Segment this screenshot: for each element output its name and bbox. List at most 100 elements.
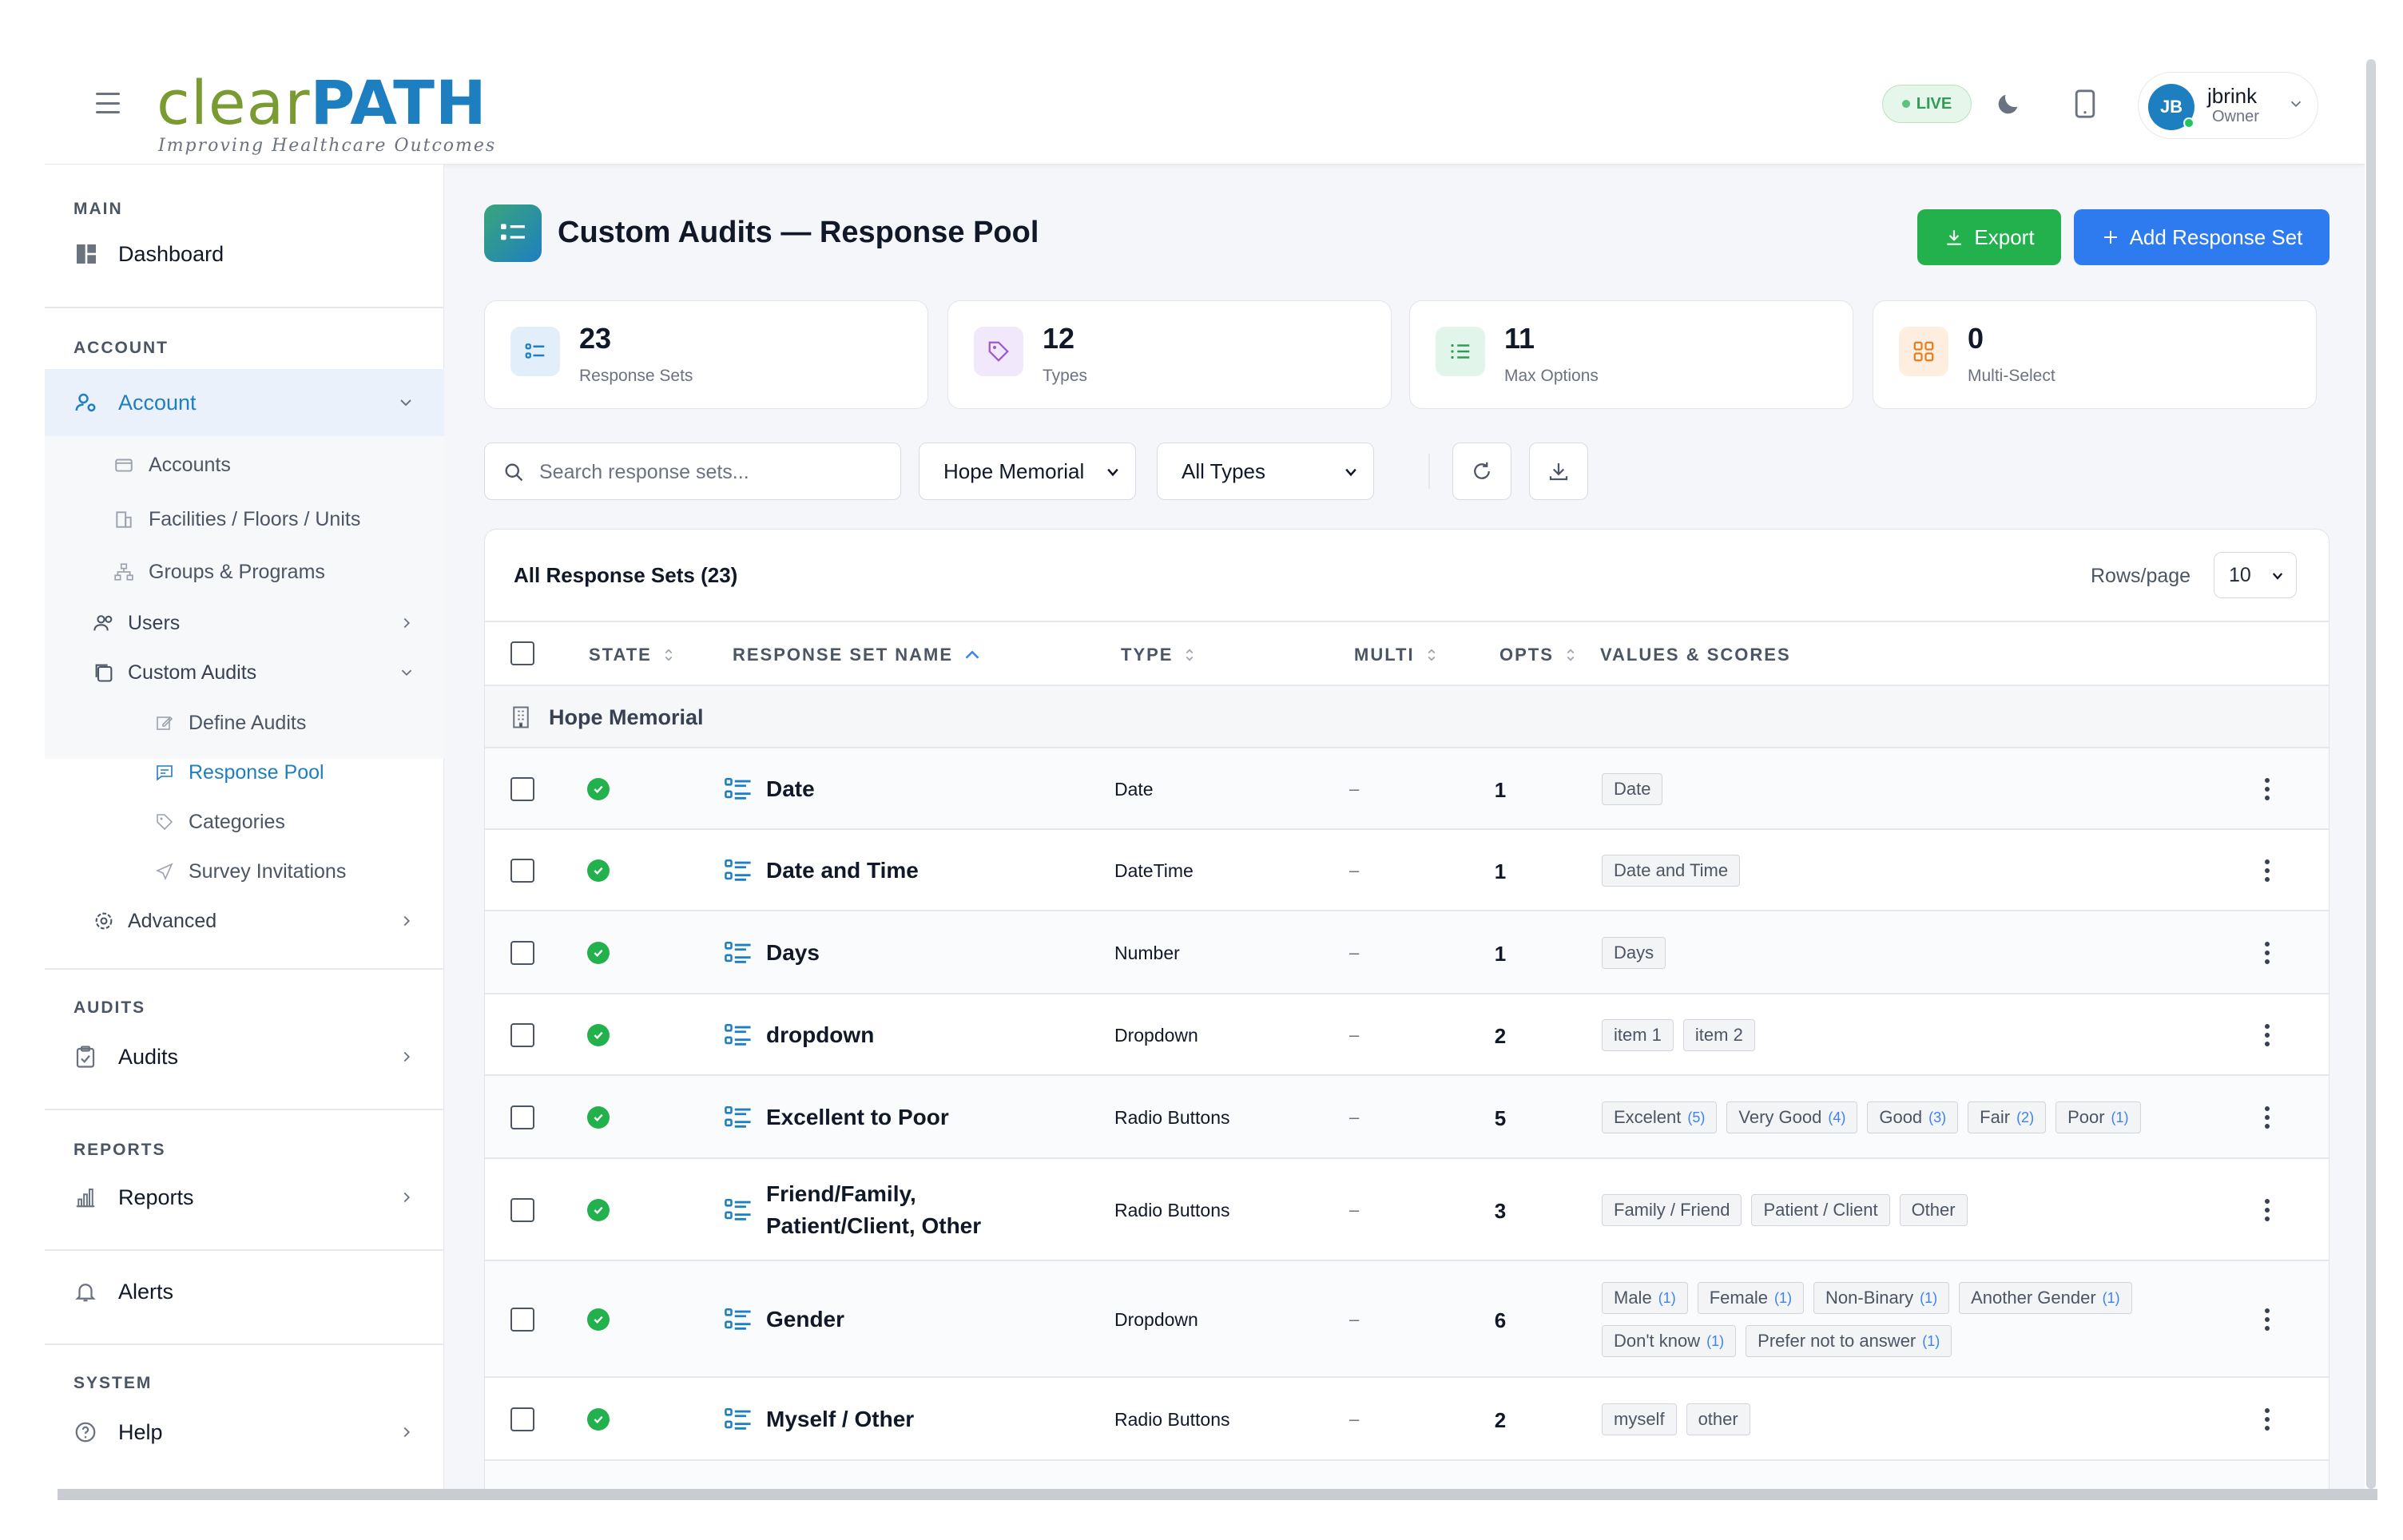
sidebar-item-alerts[interactable]: Alerts — [45, 1265, 444, 1318]
values-scores: Date — [1602, 773, 2225, 805]
sidebar-item-dashboard[interactable]: Dashboard — [45, 230, 444, 278]
more-options-icon[interactable] — [2263, 778, 2271, 800]
user-menu[interactable]: JB jbrink Owner — [2138, 72, 2318, 139]
sidebar-item-users[interactable]: Users — [45, 597, 444, 649]
chip-label: Days — [1614, 943, 1654, 963]
refresh-button[interactable] — [1452, 443, 1511, 500]
stat-card-max-options: 11 Max Options — [1409, 300, 1853, 409]
table-row[interactable]: Myself / Other Radio Buttons – 2 myself other — [485, 1378, 2329, 1461]
row-checkbox[interactable] — [510, 859, 534, 883]
sidebar-item-define-audits[interactable]: Define Audits — [45, 698, 444, 748]
response-set-name[interactable]: dropdown — [766, 1019, 874, 1051]
more-options-icon[interactable] — [2263, 942, 2271, 964]
stat-label: Types — [1043, 367, 1088, 385]
table-row[interactable]: dropdown Dropdown – 2 item 1 item 2 — [485, 994, 2329, 1076]
rows-per-page-label: Rows/page — [2091, 565, 2191, 587]
value-chip: item 1 — [1602, 1019, 1674, 1051]
table-header: STATE RESPONSE SET NAME TYPE MULTI OPTS … — [485, 621, 2329, 686]
moon-icon[interactable] — [1989, 85, 2028, 123]
export-button[interactable]: Export — [1917, 209, 2061, 265]
chip-score: (5) — [1687, 1109, 1706, 1125]
column-response-set-name[interactable]: RESPONSE SET NAME — [733, 645, 980, 665]
sidebar-item-reports[interactable]: Reports — [45, 1171, 444, 1224]
sidebar-item-advanced[interactable]: Advanced — [45, 896, 444, 946]
chip-score: (1) — [1774, 1289, 1793, 1306]
sidebar-item-label: Groups & Programs — [149, 560, 325, 583]
send-icon — [155, 862, 174, 881]
more-options-icon[interactable] — [2263, 859, 2271, 882]
more-options-icon[interactable] — [2263, 1408, 2271, 1431]
values-scores: Male (1) Female (1) Non-Binary (1) Another Gen… — [1602, 1282, 2225, 1357]
value-chip: Excelent (5) — [1602, 1101, 1718, 1133]
table-row[interactable]: Friend/Family, Patient/Client, Other Radio… — [485, 1159, 2329, 1261]
row-checkbox[interactable] — [510, 1105, 534, 1129]
chevron-right-icon — [403, 915, 411, 927]
row-checkbox[interactable] — [510, 777, 534, 801]
response-set-name[interactable]: Days — [766, 937, 820, 969]
table-row[interactable]: Date Date – 1 Date — [485, 748, 2329, 830]
response-set-name[interactable]: Friend/Family, Patient/Client, Other — [766, 1178, 981, 1242]
copy-icon — [93, 661, 115, 684]
column-label: MULTI — [1354, 645, 1415, 665]
response-set-opts: 1 — [1494, 942, 1507, 966]
response-set-name[interactable]: Myself / Other — [766, 1403, 914, 1435]
sidebar-item-label: Users — [128, 611, 181, 634]
row-checkbox[interactable] — [510, 1308, 534, 1332]
response-set-name[interactable]: Gender — [766, 1304, 844, 1336]
user-settings-icon — [73, 391, 97, 415]
sidebar-item-help[interactable]: Help — [45, 1406, 444, 1459]
stat-value: 11 — [1504, 322, 1535, 355]
response-set-name[interactable]: Date and Time — [766, 855, 919, 887]
sidebar-item-custom-audits[interactable]: Custom Audits — [45, 647, 444, 698]
response-set-name[interactable]: Excellent to Poor — [766, 1101, 949, 1133]
column-type[interactable]: TYPE — [1121, 645, 1195, 665]
sidebar-item-survey-invitations[interactable]: Survey Invitations — [45, 847, 444, 896]
sidebar-item-categories[interactable]: Categories — [45, 797, 444, 847]
chip-label: Date and Time — [1614, 860, 1729, 880]
check-circle-icon — [587, 778, 610, 800]
column-state[interactable]: STATE — [589, 645, 674, 665]
more-options-icon[interactable] — [2263, 1024, 2271, 1046]
sidebar-item-account[interactable]: Account — [45, 369, 444, 436]
search-input[interactable] — [539, 456, 883, 488]
sidebar-item-facilities[interactable]: Facilities / Floors / Units — [45, 494, 444, 545]
more-options-icon[interactable] — [2263, 1308, 2271, 1331]
chip-label: item 1 — [1614, 1025, 1662, 1045]
row-checkbox[interactable] — [510, 1023, 534, 1047]
menu-icon[interactable] — [96, 93, 120, 113]
table-row[interactable]: Days Number – 1 Days — [485, 911, 2329, 994]
table-row[interactable]: Gender Dropdown –6 Male (1) Female (1) Non-Bina… — [485, 1261, 2329, 1378]
sidebar-item-groups[interactable]: Groups & Programs — [45, 546, 444, 597]
rows-per-page-select[interactable]: 10 — [2214, 552, 2297, 598]
table-row[interactable]: Date and Time DateTime – 1 Date and Time — [485, 830, 2329, 911]
column-opts[interactable]: OPTS — [1499, 645, 1576, 665]
vertical-scrollbar[interactable] — [2365, 54, 2377, 1500]
clearpath-logo[interactable]: clearPATH Improving Healthcare Outcomes — [157, 69, 495, 157]
table-row[interactable]: Excellent to Poor Radio Buttons – 5 Excelent… — [485, 1076, 2329, 1159]
row-checkbox[interactable] — [510, 1198, 534, 1222]
chevron-down-icon — [2272, 573, 2283, 580]
row-checkbox[interactable] — [510, 1407, 534, 1431]
mobile-icon[interactable] — [2066, 85, 2104, 123]
select-all-checkbox[interactable] — [510, 641, 534, 665]
horizontal-scrollbar[interactable] — [58, 1489, 2377, 1500]
facility-select[interactable]: Hope Memorial — [919, 443, 1136, 500]
type-select[interactable]: All Types — [1157, 443, 1374, 500]
plus-icon — [2103, 231, 2117, 244]
column-multi[interactable]: MULTI — [1354, 645, 1437, 665]
response-set-name[interactable]: Date — [766, 773, 815, 805]
more-options-icon[interactable] — [2263, 1106, 2271, 1129]
sidebar-item-audits[interactable]: Audits — [45, 1030, 444, 1083]
more-options-icon[interactable] — [2263, 1199, 2271, 1221]
value-chip: Very Good (4) — [1726, 1101, 1858, 1133]
scrollbar-thumb[interactable] — [2366, 59, 2376, 1489]
add-response-set-button[interactable]: Add Response Set — [2074, 209, 2330, 265]
value-chip: Days — [1602, 937, 1666, 969]
sidebar-item-response-pool[interactable]: Response Pool — [45, 748, 444, 797]
row-checkbox[interactable] — [510, 941, 534, 965]
response-set-multi: – — [1349, 1107, 1360, 1127]
response-set-type: Radio Buttons — [1114, 1409, 1230, 1430]
sidebar-item-accounts[interactable]: Accounts — [45, 439, 444, 490]
stat-card-types: 12 Types — [947, 300, 1392, 409]
download-button[interactable] — [1529, 443, 1588, 500]
